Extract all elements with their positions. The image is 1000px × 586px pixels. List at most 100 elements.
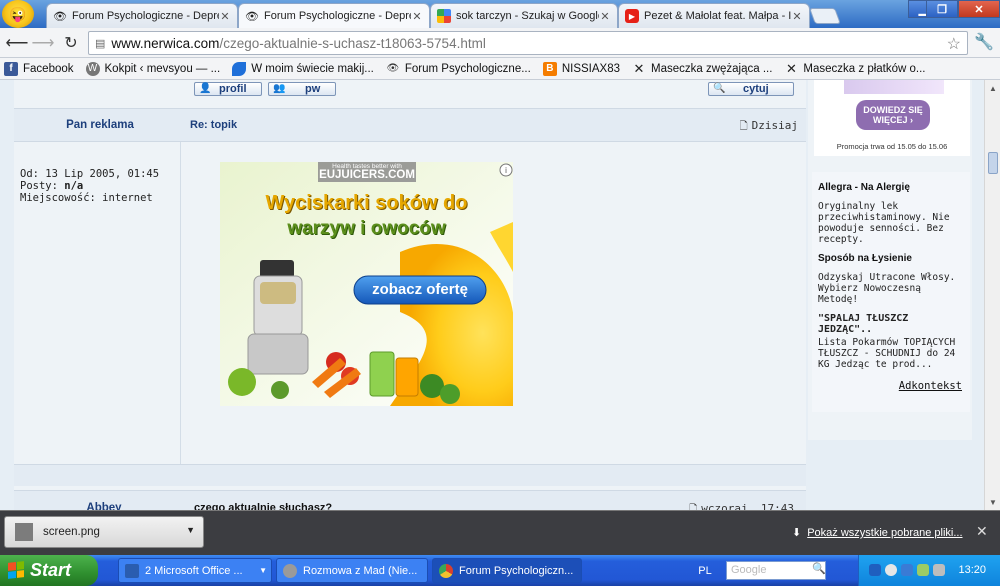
juicer-hopper-shape: [260, 260, 294, 278]
post-count: Posty: n/a: [20, 180, 159, 192]
adkontekst-link[interactable]: Adkontekst: [899, 380, 962, 392]
network-icon[interactable]: [885, 564, 897, 576]
bookmark-kokpit[interactable]: W Kokpit ‹ mevsyou — ...: [85, 61, 220, 76]
close-icon[interactable]: ✕: [219, 10, 231, 23]
vertical-scrollbar[interactable]: ▲ ▼: [984, 80, 1000, 510]
x-icon: ✕: [633, 60, 645, 76]
learn-more-button[interactable]: DOWIEDZ SIĘ WIĘCEJ ›: [856, 100, 930, 130]
start-label: Start: [30, 560, 72, 580]
close-icon[interactable]: ✕: [411, 10, 423, 23]
promo-image-strip: [844, 80, 944, 94]
new-tab-button[interactable]: [809, 8, 841, 24]
back-arrow-icon[interactable]: ⟵: [6, 33, 29, 53]
start-button[interactable]: Start: [0, 555, 98, 586]
posts-value: n/a: [64, 180, 84, 192]
eye-icon: 👁: [386, 63, 400, 74]
profile-label: profil: [219, 83, 247, 95]
clock[interactable]: 13:20: [958, 564, 986, 576]
smiley-avatar-icon: 😜: [2, 0, 34, 28]
bookmark-label: Maseczka z płatków o...: [803, 62, 926, 75]
quote-button[interactable]: 🔍 cytuj: [708, 82, 794, 96]
battery-icon[interactable]: [917, 564, 929, 576]
google-icon: [437, 9, 451, 23]
scrollbar-thumb[interactable]: [988, 152, 998, 174]
scroll-down-arrow-icon[interactable]: ▼: [987, 496, 999, 508]
taskbar-item-chat[interactable]: Rozmowa z Mad (Nie...: [276, 558, 428, 583]
info-icon: i: [505, 166, 507, 175]
bookmark-label: NISSIAX83: [561, 62, 620, 75]
bookmark-star-icon[interactable]: ☆: [947, 34, 961, 54]
taskbar-item-chrome[interactable]: Forum Psychologiczn...: [432, 558, 582, 583]
post-subject: Re: topik: [190, 119, 238, 131]
ad-text-allegra[interactable]: Oryginalny lek przeciwhistaminowy. Nie p…: [818, 201, 964, 245]
search-icon[interactable]: 🔍: [812, 562, 826, 575]
x-icon: ✕: [785, 60, 797, 76]
reload-icon[interactable]: ↻: [60, 33, 82, 53]
tab-forum-1[interactable]: 👁 Forum Psychologiczne - Depre ✕: [46, 3, 238, 28]
ad-text-spalaj[interactable]: Lista Pokarmów TOPIĄCYCH TŁUSZCZ - SCHUD…: [818, 337, 964, 370]
taskbar-label: 2 Microsoft Office ...: [145, 564, 243, 577]
promo-banner[interactable]: DOWIEDZ SIĘ WIĘCEJ › Promocja trwa od 15…: [814, 80, 970, 156]
language-indicator[interactable]: PL: [690, 558, 720, 583]
column-divider: [180, 142, 181, 482]
url-host: www.nerwica.com: [111, 35, 220, 51]
file-icon: [15, 523, 33, 541]
tab-google-search[interactable]: sok tarczyn - Szukaj w Google ✕: [430, 3, 618, 28]
bookmark-makijaz[interactable]: W moim świecie makij...: [232, 61, 374, 76]
google-desktop-search[interactable]: Google: [726, 561, 826, 580]
next-post-subject: czego aktualnie słuchasz?: [194, 502, 333, 510]
tab-title: Pezet & Małolat feat. Małpa - I: [644, 10, 791, 22]
download-arrow-icon: ⬇: [792, 527, 802, 539]
bookmark-maseczka-1[interactable]: ✕ Maseczka zwężająca ...: [632, 60, 773, 76]
juicer-advertisement[interactable]: i Health tastes better with EUJUICERS.CO…: [220, 162, 513, 406]
youtube-icon: ▶: [625, 9, 639, 23]
system-tray: 13:20: [858, 555, 1000, 586]
next-post-author[interactable]: Abbey: [14, 502, 194, 510]
bookmark-nissiax[interactable]: B NISSIAX83: [542, 61, 620, 76]
browser-toolbar: ⟵ ⟶ ↻ ▤ www.nerwica.com/czego-aktualnie-…: [0, 28, 1000, 58]
scroll-up-arrow-icon[interactable]: ▲: [987, 82, 999, 94]
chat-icon: [283, 563, 297, 578]
close-icon[interactable]: ✕: [599, 10, 611, 23]
green-juice-glass: [369, 351, 395, 397]
post-date: 🗋 Dzisiaj: [740, 119, 798, 136]
profile-button[interactable]: 👤 profil: [194, 82, 262, 96]
bluetooth-icon[interactable]: [901, 564, 913, 576]
arrow-icon[interactable]: [869, 564, 881, 576]
address-bar[interactable]: ▤ www.nerwica.com/czego-aktualnie-s-ucha…: [88, 31, 968, 55]
document-icon: 🗋: [739, 121, 748, 132]
ad-title-lysienie[interactable]: Sposób na Łysienie: [818, 253, 964, 264]
ad-title-allegra[interactable]: Allegra - Na Alergię: [818, 182, 964, 193]
maximize-button[interactable]: ❐: [926, 0, 958, 18]
bookmark-facebook[interactable]: f Facebook: [4, 61, 74, 76]
taskbar-item-office[interactable]: 2 Microsoft Office ... ▼: [118, 558, 272, 583]
tab-youtube[interactable]: ▶ Pezet & Małolat feat. Małpa - I ✕: [618, 3, 810, 28]
forward-arrow-icon[interactable]: ⟶: [32, 33, 55, 53]
close-download-bar-icon[interactable]: ✕: [976, 523, 988, 540]
show-all-label: Pokaż wszystkie pobrane pliki...: [807, 527, 963, 539]
word-icon: [125, 563, 139, 578]
bookmark-maseczka-2[interactable]: ✕ Maseczka z płatków o...: [784, 60, 926, 76]
taskbar-label: Rozmowa z Mad (Nie...: [303, 564, 418, 577]
bookmarks-bar: f Facebook W Kokpit ‹ mevsyou — ... W mo…: [0, 58, 1000, 80]
window-close-button[interactable]: ✕: [958, 0, 1000, 18]
ad-title-spalaj[interactable]: "SPALAJ TŁUSZCZ JEDZĄC"..: [818, 313, 964, 335]
show-all-downloads-link[interactable]: ⬇ Pokaż wszystkie pobrane pliki...: [792, 526, 963, 539]
pm-button[interactable]: 👥 pw: [268, 82, 336, 96]
chevron-down-icon[interactable]: ▼: [186, 525, 195, 535]
user-icon: 👤: [199, 83, 212, 94]
post-author[interactable]: Pan reklama: [14, 119, 186, 131]
bookmark-forum[interactable]: 👁 Forum Psychologiczne...: [386, 62, 531, 76]
volume-icon[interactable]: [933, 564, 945, 576]
download-item[interactable]: screen.png ▼: [4, 516, 204, 548]
ad-cta-button[interactable]: zobacz ofertę: [354, 281, 486, 298]
tab-forum-2[interactable]: 👁 Forum Psychologiczne - Depre ✕: [238, 3, 430, 28]
ad-brand: EUJUICERS.COM: [319, 169, 415, 181]
ad-text-lysienie[interactable]: Odzyskaj Utracone Włosy. Wybierz Nowocze…: [818, 272, 964, 305]
adkontekst-box: Allegra - Na Alergię Oryginalny lek prze…: [812, 172, 970, 412]
close-icon[interactable]: ✕: [791, 10, 803, 23]
bird-icon: [232, 61, 247, 76]
ad-headline-2: warzyw i owoców: [287, 218, 446, 239]
quote-label: cytuj: [743, 83, 769, 95]
wrench-menu-icon[interactable]: 🔧: [974, 32, 994, 52]
